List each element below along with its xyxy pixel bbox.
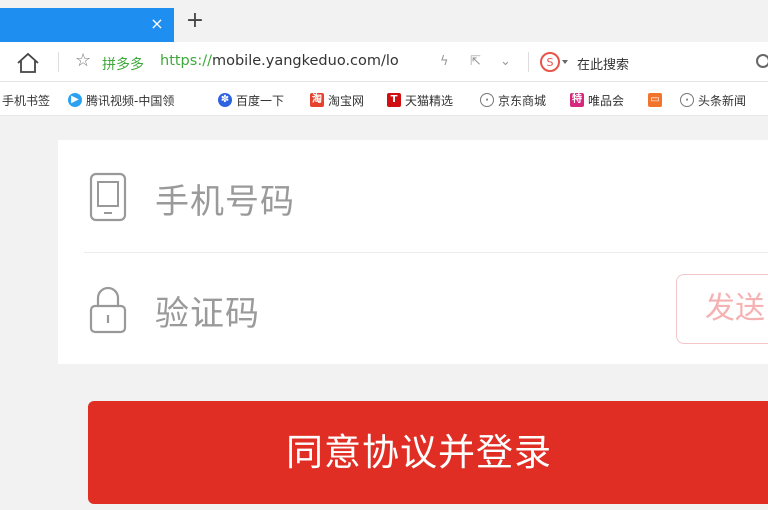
address-bar: ☆ 拼多多 https://mobile.yangkeduo.com/lo ϟ … xyxy=(0,42,768,82)
bookmark-tencent-video[interactable]: ▶ 腾讯视频-中国领 xyxy=(68,91,174,109)
bookmark-tmall[interactable]: T 天猫精选 xyxy=(387,91,453,109)
bookmark-label: 手机书签 xyxy=(2,93,51,108)
play-icon: ▶ xyxy=(68,93,82,107)
login-form-card: 手机号码 验证码 发送 xyxy=(58,140,768,364)
globe-icon: · xyxy=(480,93,494,107)
new-tab-button[interactable]: + xyxy=(184,10,206,33)
site-name: 拼多多 xyxy=(102,57,144,73)
bookmark-label: 唯品会 xyxy=(588,93,625,108)
url-protocol: https:// xyxy=(160,53,212,69)
bookmark-label: 京东商城 xyxy=(498,93,547,108)
bookmark-label: 腾讯视频-中国领 xyxy=(86,93,175,108)
vip-icon: 特 xyxy=(570,93,584,107)
bookmark-jd[interactable]: · 京东商城 xyxy=(480,91,546,109)
close-tab-icon[interactable]: × xyxy=(148,15,166,33)
url-field[interactable]: https://mobile.yangkeduo.com/lo xyxy=(160,53,420,73)
bookmark-taobao[interactable]: 淘 淘宝网 xyxy=(310,91,364,109)
bookmarks-bar: 手机书签 ▶ 腾讯视频-中国领 ✽ 百度一下 淘 淘宝网 T 天猫精选 · 京东… xyxy=(0,82,768,116)
login-page: 手机号码 验证码 发送 同意协议并登录 xyxy=(0,116,768,510)
lightning-icon[interactable]: ϟ xyxy=(440,54,449,69)
taobao-icon: 淘 xyxy=(310,93,324,107)
bookmark-chat[interactable]: ▭ xyxy=(648,91,666,109)
chevron-down-icon[interactable]: ⌄ xyxy=(500,54,511,69)
send-code-button[interactable]: 发送 xyxy=(676,274,768,344)
home-icon[interactable] xyxy=(16,52,40,74)
search-input[interactable]: 在此搜索 xyxy=(577,54,629,73)
bookmark-mobile[interactable]: 手机书签 xyxy=(2,91,50,109)
bookmark-label: 百度一下 xyxy=(236,93,285,108)
phone-input[interactable]: 手机号码 xyxy=(155,174,295,223)
bookmark-baidu[interactable]: ✽ 百度一下 xyxy=(218,91,284,109)
bookmark-star-icon[interactable]: ☆ xyxy=(75,50,91,71)
svg-text:S: S xyxy=(547,56,554,69)
globe-icon: · xyxy=(680,93,694,107)
chat-icon: ▭ xyxy=(648,93,662,107)
search-engine-icon[interactable]: S xyxy=(540,51,570,73)
active-tab[interactable]: × xyxy=(0,8,174,42)
paw-icon: ✽ xyxy=(218,93,232,107)
share-icon[interactable]: ⇱ xyxy=(470,54,481,69)
bookmark-label: 淘宝网 xyxy=(328,93,365,108)
bookmark-label: 天猫精选 xyxy=(405,93,454,108)
lock-icon xyxy=(89,286,127,334)
phone-row[interactable]: 手机号码 xyxy=(58,140,768,252)
separator xyxy=(528,52,529,72)
bookmark-toutiao[interactable]: · 头条新闻 xyxy=(680,91,746,109)
tmall-icon: T xyxy=(387,93,401,107)
bookmark-vip[interactable]: 特 唯品会 xyxy=(570,91,624,109)
code-input[interactable]: 验证码 xyxy=(155,286,260,335)
bookmark-label: 头条新闻 xyxy=(698,93,747,108)
url-host: mobile.yangkeduo.com/lo xyxy=(211,53,399,69)
code-row[interactable]: 验证码 发送 xyxy=(58,252,768,364)
tab-bar: × + xyxy=(0,0,768,42)
phone-icon xyxy=(89,172,127,222)
search-icon[interactable] xyxy=(756,54,768,68)
agree-and-login-button[interactable]: 同意协议并登录 xyxy=(88,401,768,504)
separator xyxy=(58,52,59,72)
